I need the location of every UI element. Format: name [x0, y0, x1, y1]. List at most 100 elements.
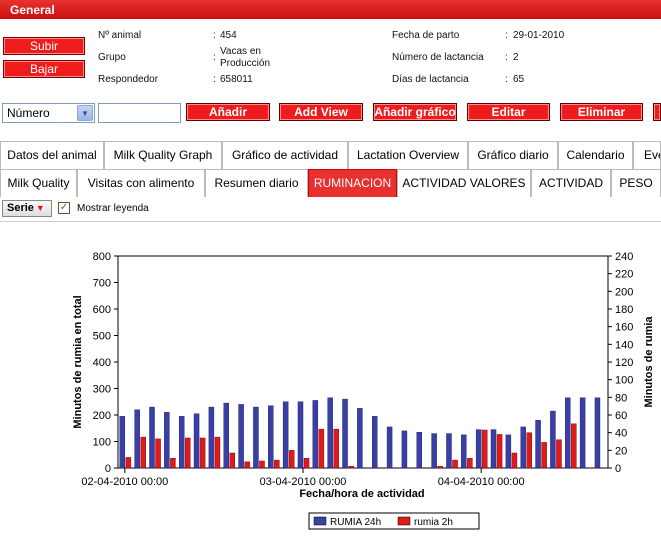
- bar-rumia-2h: [318, 428, 325, 469]
- tab-events[interactable]: Eve: [633, 141, 661, 169]
- field-select[interactable]: Número ▼: [2, 103, 95, 123]
- legend-label-rumia-2h: rumia 2h: [414, 517, 453, 528]
- responder-sep: :: [213, 74, 216, 85]
- bar-rumia-2h: [244, 461, 250, 469]
- y-left-tick-label: 600: [93, 304, 111, 316]
- legend: RUMIA 24h rumia 2h: [308, 512, 480, 530]
- tab-calendar[interactable]: Calendario: [558, 141, 633, 169]
- bar-rumia-2h: [541, 442, 547, 469]
- add-chart-button[interactable]: Añadir gráfico: [373, 103, 457, 121]
- tab-weight[interactable]: PESO: [611, 169, 661, 197]
- bar-rumia-24h: [149, 406, 155, 469]
- bar-rumia-2h: [259, 460, 265, 469]
- bar-rumia-24h: [461, 434, 467, 469]
- bar-rumia-2h: [155, 438, 161, 469]
- bar-rumia-2h: [199, 437, 206, 469]
- responder-value: 658011: [220, 74, 253, 85]
- birth-date-sep: :: [505, 30, 508, 41]
- y-right-tick-label: 220: [615, 269, 633, 281]
- y-left-tick-label: 400: [93, 357, 111, 369]
- delete-button[interactable]: Eliminar: [560, 103, 643, 121]
- y-left-tick-label: 300: [93, 384, 111, 396]
- y-left-tick-label: 800: [93, 251, 111, 263]
- bar-rumia-2h: [303, 458, 310, 469]
- bar-rumia-24h: [475, 429, 482, 469]
- x-tick-label: 04-04-2010 00:00: [438, 476, 525, 488]
- y-left-tick-label: 700: [93, 278, 111, 290]
- chevron-down-icon[interactable]: ▼: [77, 105, 93, 121]
- tab-daily-summary[interactable]: Resumen diario: [205, 169, 308, 197]
- bar-rumia-2h: [496, 434, 503, 469]
- bar-rumia-24h: [505, 434, 512, 469]
- series-dropdown-label: Serie: [7, 202, 34, 214]
- y-left-tick-label: 500: [93, 331, 111, 343]
- bar-rumia-24h: [178, 416, 185, 469]
- tab-feed-visits[interactable]: Visitas con alimento: [77, 169, 205, 197]
- up-button[interactable]: Subir: [3, 37, 85, 55]
- y-right-tick-label: 200: [615, 286, 633, 298]
- y-right-tick-label: 140: [615, 339, 633, 351]
- bar-rumia-24h: [297, 401, 304, 469]
- x-tick-label: 02-04-2010 00:00: [81, 476, 168, 488]
- y-right-tick-label: 160: [615, 322, 633, 334]
- bar-rumia-24h: [357, 408, 363, 469]
- lactation-days-sep: :: [505, 74, 508, 85]
- x-tick-label: 03-04-2010 00:00: [260, 476, 347, 488]
- general-header: General: [0, 0, 661, 19]
- y-left-tick-label: 100: [93, 437, 111, 449]
- bar-rumia-24h: [134, 409, 140, 469]
- general-title: General: [10, 3, 55, 17]
- tab-activity[interactable]: ACTIVIDAD: [531, 169, 611, 197]
- add-view-button[interactable]: Add View: [279, 103, 363, 121]
- y-axis-left-label: Minutos de rumia en total: [72, 295, 84, 428]
- bar-rumia-2h: [140, 436, 146, 469]
- series-dropdown[interactable]: Serie ▼: [2, 200, 52, 217]
- bar-rumia-2h: [348, 466, 354, 469]
- tab-daily-chart[interactable]: Gráfico diario: [468, 141, 558, 169]
- lactation-number-label: Número de lactancia: [392, 52, 484, 63]
- animal-number-sep: :: [213, 30, 216, 41]
- bar-rumia-2h: [511, 452, 518, 469]
- toolbar-overflow-button[interactable]: [653, 103, 661, 121]
- tab-rumination[interactable]: RUMINACION: [308, 169, 397, 197]
- show-legend-checkbox[interactable]: ✓: [58, 202, 70, 214]
- y-right-tick-label: 180: [615, 304, 633, 316]
- bar-rumia-2h: [288, 450, 295, 469]
- bar-rumia-2h: [214, 436, 221, 469]
- bar-rumia-24h: [372, 416, 378, 469]
- tab-lactation-overview[interactable]: Lactation Overview: [348, 141, 468, 169]
- legend-swatch-rumia-24h: [313, 516, 327, 526]
- search-input[interactable]: [98, 103, 181, 123]
- y-right-tick-label: 60: [615, 410, 627, 422]
- bar-rumia-2h: [170, 458, 176, 469]
- bar-rumia-24h: [238, 404, 244, 469]
- bar-rumia-24h: [342, 398, 348, 469]
- tab-milk-quality-graph[interactable]: Milk Quality Graph: [104, 141, 222, 169]
- y-right-tick-label: 120: [615, 357, 633, 369]
- rumination-chart: 0 100 200 300 400 500 600 700 800 0 20 40 60 80 100 120…: [72, 251, 655, 530]
- bar-rumia-24h: [490, 429, 497, 469]
- tab-activity-chart[interactable]: Gráfico de actividad: [222, 141, 348, 169]
- bar-rumia-24h: [401, 430, 408, 469]
- tab-row-1: Datos del animal Milk Quality Graph Gráf…: [0, 141, 661, 169]
- bar-rumia-2h: [333, 428, 339, 469]
- bar-rumia-2h: [467, 458, 473, 469]
- animal-number-label: Nº animal: [98, 30, 142, 41]
- bar-rumia-2h: [526, 432, 532, 469]
- tab-milk-quality[interactable]: Milk Quality: [0, 169, 77, 197]
- bar-rumia-2h: [185, 437, 191, 469]
- bar-rumia-2h: [571, 423, 577, 469]
- tab-activity-values[interactable]: ACTIVIDAD VALORES: [397, 169, 531, 197]
- birth-date-label: Fecha de parto: [392, 30, 460, 41]
- legend-label-rumia-24h: RUMIA 24h: [330, 517, 381, 528]
- birth-date-value: 29-01-2010: [513, 30, 565, 41]
- y-right-tick-label: 40: [615, 428, 627, 440]
- y-axis-right-label: Minutos de rumia: [643, 316, 655, 408]
- add-button[interactable]: Añadir: [186, 103, 270, 121]
- bar-rumia-24h: [550, 410, 556, 469]
- down-button[interactable]: Bajar: [3, 60, 85, 78]
- edit-button[interactable]: Editar: [467, 103, 550, 121]
- bar-rumia-24h: [579, 397, 586, 469]
- tab-animal-data[interactable]: Datos del animal: [0, 141, 104, 169]
- bar-rumia-24h: [193, 413, 200, 469]
